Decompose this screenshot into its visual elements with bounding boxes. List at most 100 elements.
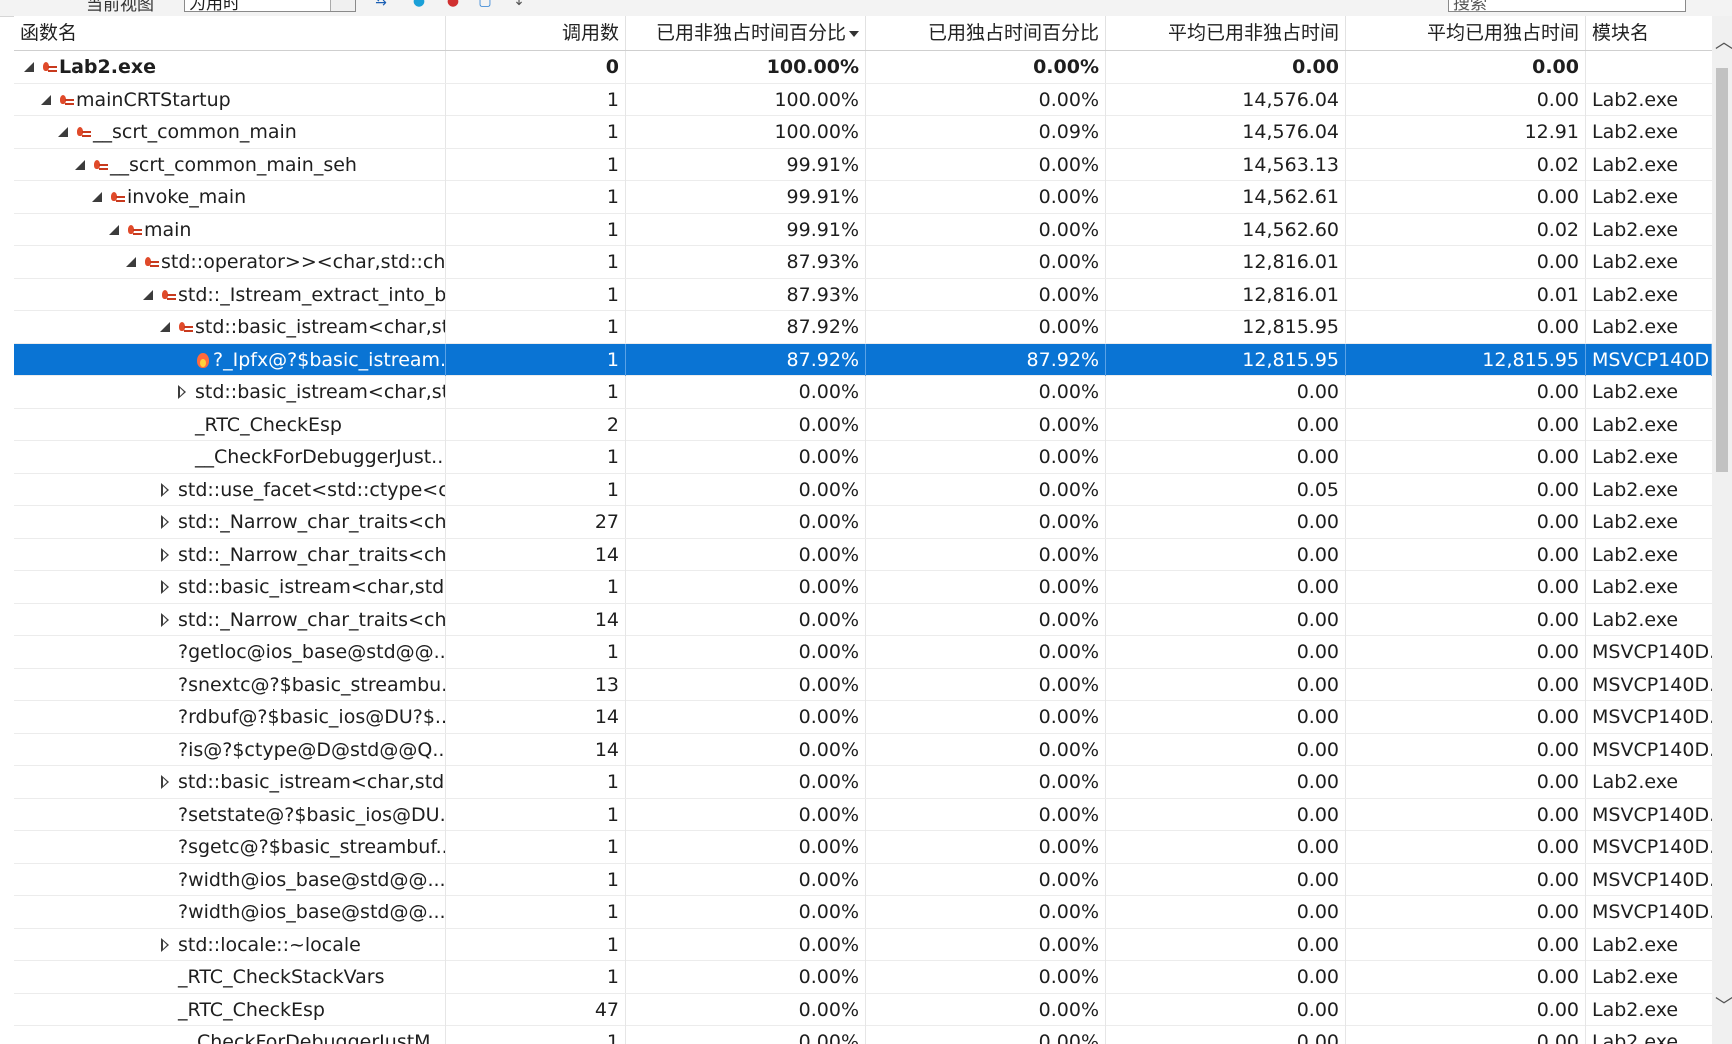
collapse-triangle-icon[interactable] [107, 222, 123, 238]
table-row[interactable]: ?is@?$ctype@D@std@@Q... 14 0.00% 0.00% 0.00 0… [14, 733, 1712, 766]
col-header-inclusive-pct[interactable]: 已用非独占时间百分比 [626, 16, 866, 50]
expand-triangle-icon[interactable] [175, 384, 191, 400]
expand-triangle-icon[interactable] [158, 937, 174, 953]
module-cell: MSVCP140D.dll [1592, 901, 1712, 923]
scrollbar-thumb[interactable] [1716, 68, 1728, 472]
inclusive-pct-cell: 0.00% [626, 766, 866, 798]
avg-exclusive-cell: 0.00 [1346, 1026, 1586, 1044]
inclusive-pct-cell: 100.00% [626, 51, 866, 83]
exclusive-pct-cell: 0.00% [866, 798, 1106, 831]
table-row[interactable]: ?getloc@ios_base@std@@... 1 0.00% 0.00% 0.00… [14, 636, 1712, 669]
collapse-triangle-icon[interactable] [22, 59, 38, 75]
table-row[interactable]: std::locale::~locale 1 0.00% 0.00% 0.00 0.00 L… [14, 928, 1712, 961]
hot-path-icon[interactable]: ⇆ [372, 0, 390, 8]
collapse-triangle-icon[interactable] [124, 254, 140, 270]
table-row[interactable]: ?snextc@?$basic_streambu... 13 0.00% 0.00% 0… [14, 668, 1712, 701]
table-row[interactable]: std::_Istream_extract_into_b... 1 87.93% 0.… [14, 278, 1712, 311]
exclusive-pct-cell: 0.00% [866, 766, 1106, 798]
table-row[interactable]: std::basic_istream<char,st... 1 87.92% 0.00… [14, 311, 1712, 344]
inclusive-pct-cell: 100.00% [626, 116, 866, 148]
table-row[interactable]: std::basic_istream<char,std:... 1 0.00% 0.0… [14, 571, 1712, 604]
table-row[interactable]: ?width@ios_base@std@@... 1 0.00% 0.00% 0.00 0… [14, 863, 1712, 896]
scroll-down-icon[interactable]: ﹀ [1715, 998, 1732, 1016]
table-row[interactable]: mainCRTStartup 1 100.00% 0.00% 14,576.04 0.00… [14, 83, 1712, 116]
table-row[interactable]: _RTC_CheckStackVars 1 0.00% 0.00% 0.00 0.00 La… [14, 961, 1712, 994]
pin-icon[interactable]: ↧ [510, 0, 528, 8]
expand-triangle-icon[interactable] [158, 774, 174, 790]
function-name-cell: ?sgetc@?$basic_streambuf... [14, 831, 446, 863]
table-row[interactable]: std::_Narrow_char_traits<ch... 14 0.00% 0.0… [14, 603, 1712, 636]
calls-cell: 1 [446, 896, 626, 928]
layout-icon[interactable]: ▢ [476, 0, 494, 8]
table-row[interactable]: ?setstate@?$basic_ios@DU... 1 0.00% 0.00% 0.… [14, 798, 1712, 831]
stop-icon[interactable]: ● [444, 0, 462, 8]
col-header-avg-exclusive[interactable]: 平均已用独占时间 [1346, 16, 1586, 50]
search-input[interactable]: 搜索 [1448, 0, 1686, 12]
col-header-module[interactable]: 模块名 [1586, 16, 1712, 50]
expand-triangle-icon[interactable] [158, 547, 174, 563]
function-name: _RTC_CheckStackVars [178, 966, 385, 988]
collapse-triangle-icon[interactable] [73, 157, 89, 173]
avg-exclusive-cell: 0.00 [1346, 863, 1586, 896]
hot-path-icon [93, 158, 109, 172]
function-name: std::_Narrow_char_traits<ch... [178, 608, 446, 631]
function-name: __CheckForDebuggerJustM... [178, 1031, 446, 1044]
calls-cell: 1 [446, 636, 626, 668]
vertical-scrollbar[interactable]: ︿ ﹀ [1712, 16, 1732, 1044]
col-header-calls[interactable]: 调用数 [446, 16, 626, 50]
col-header-function-name[interactable]: 函数名 [14, 16, 446, 50]
col-header-avg-inclusive[interactable]: 平均已用非独占时间 [1106, 16, 1346, 50]
table-row[interactable]: std::basic_istream<char,std:... 1 0.00% 0.0… [14, 766, 1712, 799]
table-row[interactable]: std::_Narrow_char_traits<ch... 27 0.00% 0.0… [14, 506, 1712, 539]
calls-cell: 1 [446, 928, 626, 961]
avg-exclusive-cell: 12.91 [1346, 116, 1586, 148]
view-combo[interactable]: 为用时 [184, 0, 356, 12]
col-header-exclusive-pct[interactable]: 已用独占时间百分比 [866, 16, 1106, 50]
table-row[interactable]: std::basic_istream<char,st... 1 0.00% 0.00%… [14, 376, 1712, 409]
table-row[interactable]: _RTC_CheckEsp 47 0.00% 0.00% 0.00 0.00 Lab2.ex… [14, 993, 1712, 1026]
table-row[interactable]: std::use_facet<std::ctype<c... 1 0.00% 0.00… [14, 473, 1712, 506]
table-row[interactable]: ?_Ipfx@?$basic_istream... 1 87.92% 87.92% 12… [14, 343, 1712, 376]
hot-path-icon [127, 223, 143, 237]
scroll-up-icon[interactable]: ︿ [1715, 34, 1732, 52]
collapse-triangle-icon[interactable] [141, 287, 157, 303]
expand-triangle-icon[interactable] [158, 514, 174, 530]
function-name-wrap: std::use_facet<std::ctype<c... [158, 474, 445, 506]
inclusive-pct-cell: 99.91% [626, 213, 866, 246]
table-row[interactable]: Lab2.exe 0 100.00% 0.00% 0.00 0.00 [14, 51, 1712, 84]
table-row[interactable]: ?sgetc@?$basic_streambuf... 1 0.00% 0.00% 0.… [14, 831, 1712, 864]
table-row[interactable]: std::operator>><char,std::ch... 1 87.93% 0.… [14, 246, 1712, 279]
table-row[interactable]: __scrt_common_main 1 100.00% 0.09% 14,576.04… [14, 116, 1712, 149]
module-cell: Lab2.exe [1592, 543, 1679, 566]
expand-triangle-icon[interactable] [158, 612, 174, 628]
table-row[interactable]: ?rdbuf@?$basic_ios@DU?$... 14 0.00% 0.00% 0.… [14, 701, 1712, 734]
calls-cell: 1 [446, 766, 626, 798]
table-row[interactable]: main 1 99.91% 0.00% 14,562.60 0.02 Lab2.exe [14, 213, 1712, 246]
refresh-icon[interactable]: ● [410, 0, 428, 8]
exclusive-pct-cell: 0.00% [866, 181, 1106, 213]
collapse-triangle-icon[interactable] [39, 92, 55, 108]
table-row[interactable]: __CheckForDebuggerJustM... 1 0.00% 0.00% 0.0… [14, 1026, 1712, 1044]
collapse-triangle-icon[interactable] [158, 319, 174, 335]
table-row[interactable]: ?width@ios_base@std@@... 1 0.00% 0.00% 0.00 0… [14, 896, 1712, 929]
table-row[interactable]: std::_Narrow_char_traits<ch... 14 0.00% 0.0… [14, 538, 1712, 571]
avg-inclusive-cell: 0.00 [1106, 863, 1346, 896]
collapse-triangle-icon[interactable] [90, 189, 106, 205]
collapse-triangle-icon[interactable] [56, 124, 72, 140]
table-row[interactable]: __scrt_common_main_seh 1 99.91% 0.00% 14,563… [14, 148, 1712, 181]
function-name: ?getloc@ios_base@std@@... [178, 641, 446, 663]
inclusive-pct-cell: 0.00% [626, 896, 866, 928]
table-row[interactable]: _RTC_CheckEsp 2 0.00% 0.00% 0.00 0.00 Lab2.exe [14, 408, 1712, 441]
chevron-down-icon[interactable] [330, 0, 355, 11]
expand-triangle-icon[interactable] [158, 482, 174, 498]
inclusive-pct-cell: 0.00% [626, 798, 866, 831]
table-row[interactable]: invoke_main 1 99.91% 0.00% 14,562.61 0.00 Lab2… [14, 181, 1712, 214]
function-name: std::basic_istream<char,st... [195, 381, 446, 403]
function-name-cell: ?rdbuf@?$basic_ios@DU?$... [14, 701, 446, 733]
expand-triangle-icon[interactable] [158, 579, 174, 595]
table-row[interactable]: __CheckForDebuggerJust... 1 0.00% 0.00% 0.00… [14, 441, 1712, 474]
view-combo-value: 为用时 [189, 0, 240, 12]
avg-exclusive-cell: 0.02 [1346, 148, 1586, 181]
